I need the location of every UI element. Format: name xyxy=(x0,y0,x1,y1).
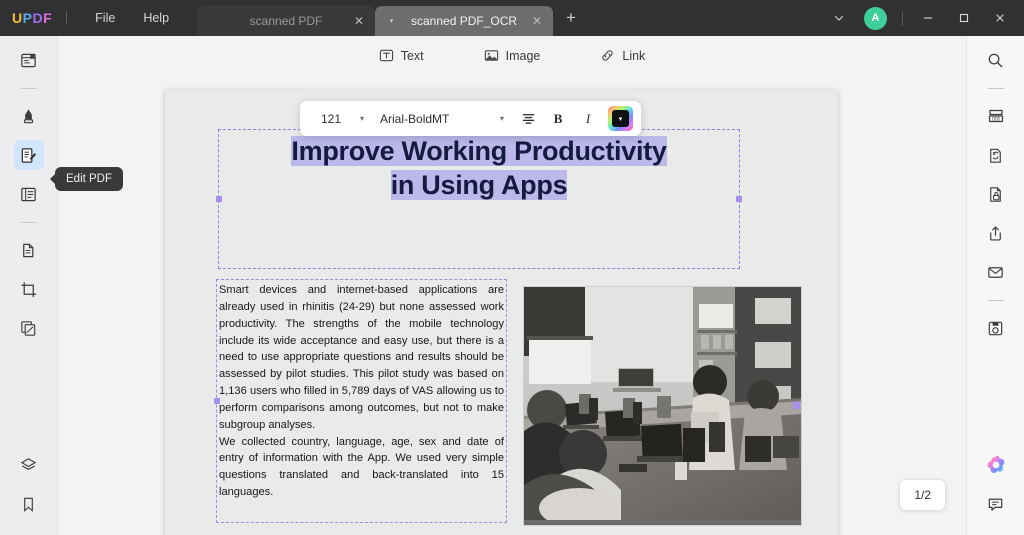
sidebar-item-crop[interactable] xyxy=(14,274,44,304)
new-tab-button[interactable]: + xyxy=(553,0,589,36)
protect-button[interactable] xyxy=(981,179,1011,209)
save-button[interactable] xyxy=(981,313,1011,343)
tab-bar: scanned PDF ✕ ▾ scanned PDF_OCR ✕ + xyxy=(197,0,589,36)
tooltip-edit-pdf: Edit PDF xyxy=(49,167,124,191)
document-body-column[interactable]: Smart devices and internet-based applica… xyxy=(219,282,504,501)
align-center-icon[interactable] xyxy=(514,106,542,132)
left-sidebar xyxy=(0,36,58,535)
maximize-button[interactable] xyxy=(946,0,982,36)
font-size-value[interactable]: 121 xyxy=(308,112,354,126)
sidebar-item-annotate[interactable] xyxy=(14,101,44,131)
sidebar-item-bookmark[interactable] xyxy=(14,489,44,519)
title-bar-left: U P D F File Help scanned PDF ✕ ▾ scanne… xyxy=(0,0,589,36)
close-button[interactable] xyxy=(982,0,1018,36)
text-format-toolbar: 121 ▾ Arial-BoldMT ▾ B I ▾ xyxy=(300,101,642,136)
minimize-button[interactable] xyxy=(910,0,946,36)
pdf-page[interactable]: Improve Working Productivity in Using Ap… xyxy=(165,90,838,535)
document-title-line1: Improve Working Productivity xyxy=(291,136,667,166)
logo-divider xyxy=(66,11,68,25)
text-color-picker[interactable]: ▾ xyxy=(608,106,634,131)
sidebar-item-edit-pdf[interactable] xyxy=(13,140,44,170)
sidebar-item-organize[interactable] xyxy=(14,313,44,343)
ai-assistant-button[interactable] xyxy=(981,450,1011,480)
sidebar-item-reader[interactable] xyxy=(14,45,44,75)
menu-help[interactable]: Help xyxy=(129,0,183,36)
right-sidebar: OCR xyxy=(966,36,1024,535)
workspace: Edit PDF Text Image Link Improve Working… xyxy=(0,36,1024,535)
font-size-chevron-down-icon[interactable]: ▾ xyxy=(356,114,372,123)
ocr-button[interactable]: OCR xyxy=(981,101,1011,131)
rail-divider-1 xyxy=(987,88,1004,89)
body-paragraph-1: Smart devices and internet-based applica… xyxy=(219,284,504,431)
sidebar-item-page-convert[interactable] xyxy=(14,235,44,265)
tool-text[interactable]: Text xyxy=(373,44,430,67)
document-canvas: Text Image Link Improve Working Producti… xyxy=(58,36,966,535)
updf-logo: U P D F xyxy=(12,10,52,26)
tab-scanned-pdf-ocr[interactable]: ▾ scanned PDF_OCR ✕ xyxy=(375,6,554,36)
image-icon xyxy=(484,48,499,63)
tab-status-dot-icon: ▾ xyxy=(389,18,394,25)
tab-label: scanned PDF xyxy=(249,14,323,28)
chevron-down-icon[interactable] xyxy=(822,0,856,36)
avatar[interactable]: A xyxy=(864,6,887,30)
italic-button[interactable]: I xyxy=(574,106,602,132)
logo-letter-p: P xyxy=(22,10,33,26)
tool-link-label: Link xyxy=(622,48,646,63)
tab-close-icon[interactable]: ✕ xyxy=(354,15,364,27)
body-paragraph-2: We collected country, language, age, sex… xyxy=(219,435,504,499)
font-family-value[interactable]: Arial-BoldMT xyxy=(374,112,494,126)
image-resize-handle[interactable] xyxy=(793,402,800,409)
svg-text:OCR: OCR xyxy=(992,116,1000,122)
rail-divider-2 xyxy=(987,300,1004,301)
bold-button[interactable]: B xyxy=(544,106,572,132)
image-selection-border xyxy=(523,286,802,526)
rail-divider-1 xyxy=(20,88,37,89)
tool-text-label: Text xyxy=(400,48,424,63)
title-bar-right: A xyxy=(822,0,1024,36)
link-chain-icon xyxy=(600,48,615,63)
tab-label: scanned PDF_OCR xyxy=(411,14,518,28)
sidebar-item-layers[interactable] xyxy=(14,450,44,480)
tab-scanned-pdf[interactable]: scanned PDF ✕ xyxy=(197,6,376,36)
document-title-line2: in Using Apps xyxy=(390,170,568,200)
edit-toolbar: Text Image Link xyxy=(58,44,966,67)
rail-divider-2 xyxy=(20,222,37,223)
ai-flower-icon xyxy=(987,455,1004,473)
menu-file[interactable]: File xyxy=(81,0,129,36)
email-button[interactable] xyxy=(981,257,1011,287)
tab-close-icon[interactable]: ✕ xyxy=(532,15,542,27)
title-bar: U P D F File Help scanned PDF ✕ ▾ scanne… xyxy=(0,0,1024,36)
titlebar-divider xyxy=(902,10,903,26)
comment-button[interactable] xyxy=(981,489,1011,519)
document-title[interactable]: Improve Working Productivity in Using Ap… xyxy=(221,134,737,202)
document-photo[interactable] xyxy=(523,286,802,526)
pdf-page-content: Improve Working Productivity in Using Ap… xyxy=(165,90,838,535)
convert-button[interactable] xyxy=(981,140,1011,170)
updf-window: U P D F File Help scanned PDF ✕ ▾ scanne… xyxy=(0,0,1024,535)
share-button[interactable] xyxy=(981,218,1011,248)
logo-letter-d: D xyxy=(32,10,44,26)
search-button[interactable] xyxy=(981,45,1011,75)
text-box-icon xyxy=(379,48,394,63)
tool-image-label: Image xyxy=(505,48,541,63)
page-indicator[interactable]: 1/2 xyxy=(899,479,946,511)
sidebar-item-form[interactable] xyxy=(14,179,44,209)
tool-link[interactable]: Link xyxy=(594,44,651,67)
color-chevron-down-icon: ▾ xyxy=(612,110,630,127)
logo-letter-f: F xyxy=(43,10,53,26)
logo-letter-u: U xyxy=(12,10,23,26)
font-family-chevron-down-icon[interactable]: ▾ xyxy=(496,114,512,123)
tool-image[interactable]: Image xyxy=(478,44,547,67)
